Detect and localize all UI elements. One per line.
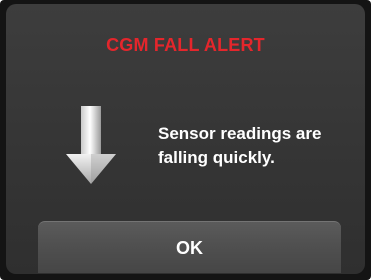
alert-message: Sensor readings are falling quickly.: [158, 122, 358, 170]
alert-title: CGM FALL ALERT: [106, 35, 265, 55]
alert-dialog: CGM FALL ALERT Sensor readings are falli…: [6, 4, 365, 274]
device-screen-frame: CGM FALL ALERT Sensor readings are falli…: [0, 0, 371, 280]
ok-button-label: OK: [176, 238, 203, 258]
alert-message-line: falling quickly.: [158, 148, 275, 167]
down-arrow-icon: [66, 106, 116, 184]
alert-message-line: Sensor readings are: [158, 124, 322, 143]
ok-button[interactable]: OK: [38, 221, 341, 273]
